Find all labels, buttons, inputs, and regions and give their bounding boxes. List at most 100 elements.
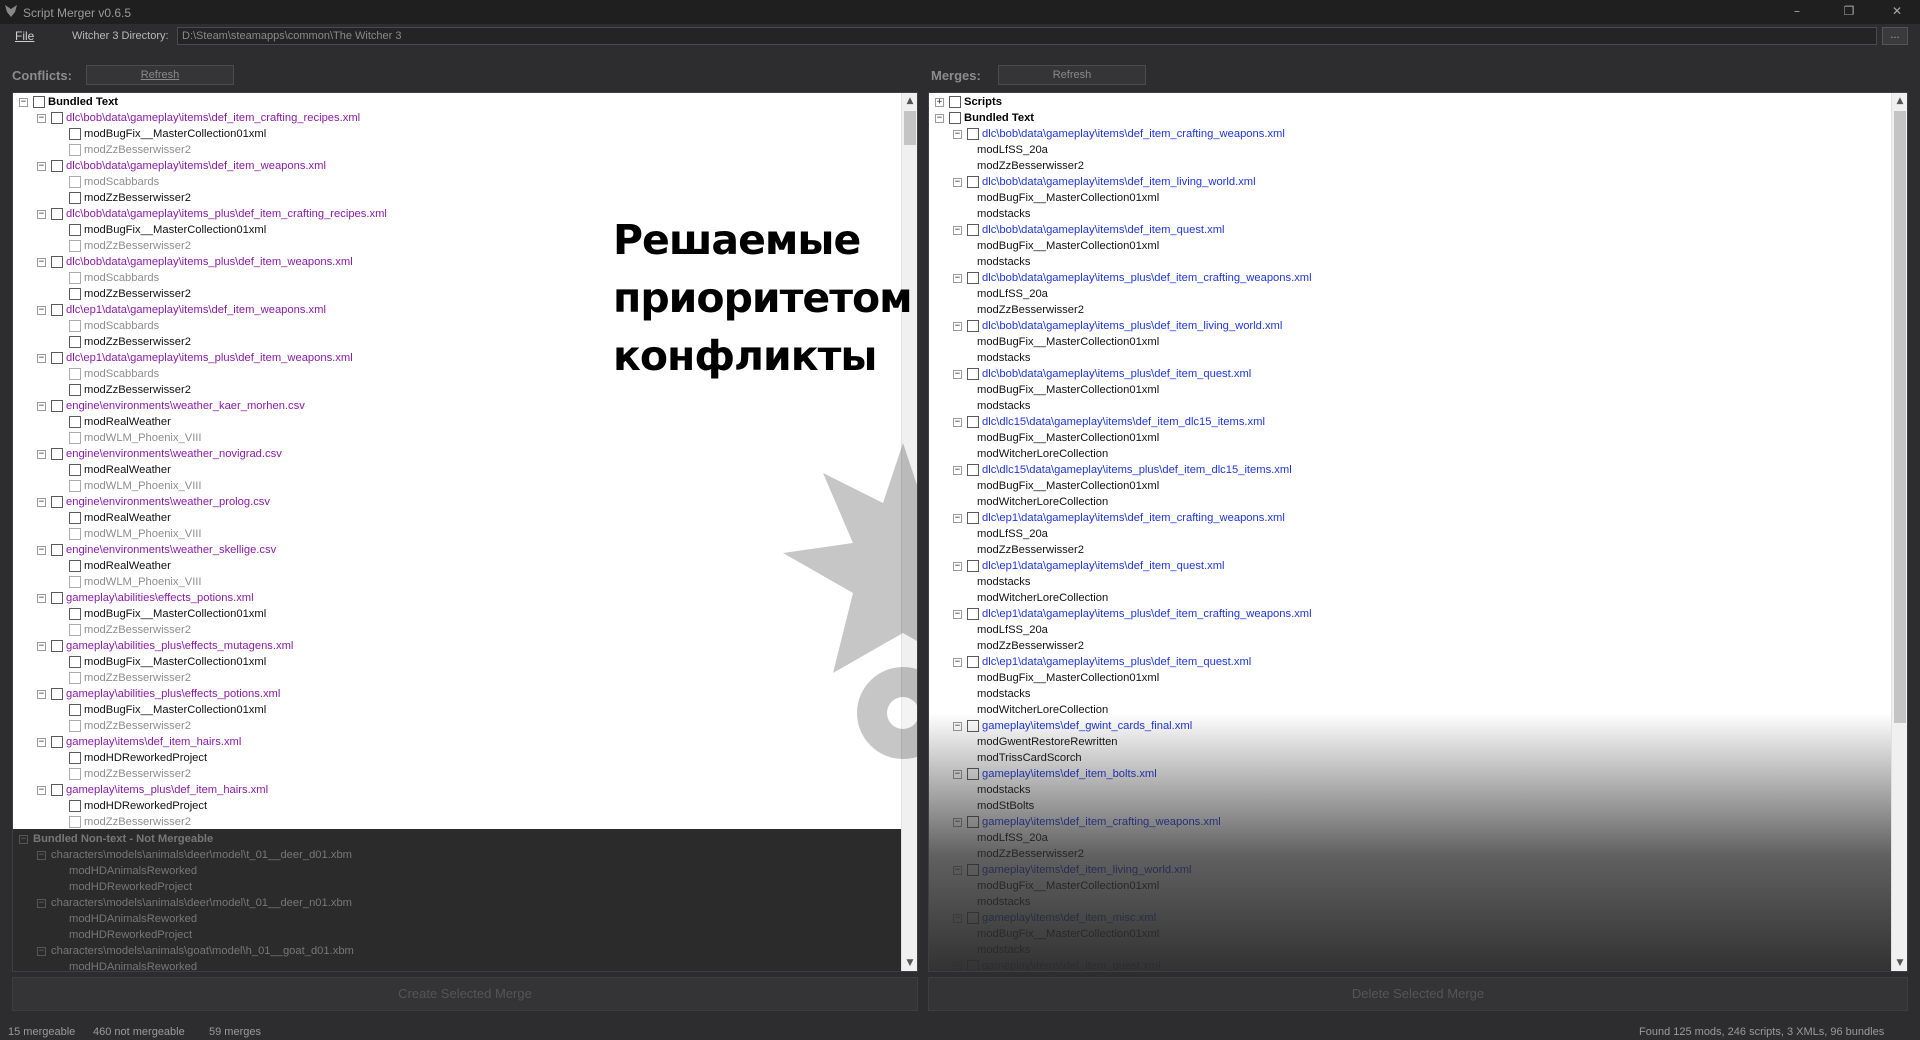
collapse-icon[interactable]: − [19, 98, 28, 107]
collapse-icon[interactable]: − [953, 226, 962, 235]
checkbox[interactable] [69, 720, 81, 732]
collapse-icon[interactable]: − [37, 594, 46, 603]
collapse-icon[interactable]: − [37, 851, 46, 860]
checkbox[interactable] [967, 224, 979, 236]
checkbox[interactable] [967, 560, 979, 572]
checkbox[interactable] [69, 384, 81, 396]
collapse-icon[interactable]: − [37, 738, 46, 747]
checkbox[interactable] [949, 112, 961, 124]
checkbox[interactable] [967, 656, 979, 668]
checkbox[interactable] [51, 688, 63, 700]
checkbox[interactable] [967, 608, 979, 620]
collapse-icon[interactable]: − [37, 786, 46, 795]
checkbox[interactable] [51, 496, 63, 508]
checkbox[interactable] [69, 224, 81, 236]
collapse-icon[interactable]: − [37, 210, 46, 219]
create-merge-button[interactable]: Create Selected Merge [12, 977, 918, 1011]
checkbox[interactable] [69, 320, 81, 332]
delete-merge-button[interactable]: Delete Selected Merge [928, 977, 1908, 1011]
scroll-thumb[interactable] [1894, 111, 1906, 723]
checkbox[interactable] [69, 272, 81, 284]
close-icon[interactable]: ✕ [1874, 0, 1920, 24]
checkbox[interactable] [69, 624, 81, 636]
conflicts-refresh-button[interactable]: Refresh [86, 65, 234, 85]
collapse-icon[interactable]: − [953, 274, 962, 283]
collapse-icon[interactable]: − [953, 370, 962, 379]
checkbox[interactable] [69, 128, 81, 140]
collapse-icon[interactable]: − [953, 178, 962, 187]
merges-refresh-button[interactable]: Refresh [998, 65, 1146, 85]
collapse-icon[interactable]: − [953, 130, 962, 139]
scroll-down-icon[interactable]: ▼ [1892, 955, 1907, 971]
merges-scrollbar[interactable]: ▲ ▼ [1891, 93, 1907, 971]
checkbox[interactable] [967, 272, 979, 284]
collapse-icon[interactable]: − [953, 562, 962, 571]
browse-button[interactable]: ... [1882, 27, 1908, 45]
collapse-icon[interactable]: − [953, 466, 962, 475]
checkbox[interactable] [51, 208, 63, 220]
checkbox[interactable] [69, 816, 81, 828]
checkbox[interactable] [967, 176, 979, 188]
collapse-icon[interactable]: − [37, 258, 46, 267]
collapse-icon[interactable]: − [935, 114, 944, 123]
checkbox[interactable] [69, 608, 81, 620]
checkbox[interactable] [51, 304, 63, 316]
checkbox[interactable] [69, 752, 81, 764]
checkbox[interactable] [69, 704, 81, 716]
checkbox[interactable] [69, 144, 81, 156]
collapse-icon[interactable]: − [37, 690, 46, 699]
checkbox[interactable] [69, 368, 81, 380]
minimize-icon[interactable]: – [1774, 0, 1820, 24]
collapse-icon[interactable]: − [37, 947, 46, 956]
checkbox[interactable] [51, 112, 63, 124]
checkbox[interactable] [69, 176, 81, 188]
scroll-up-icon[interactable]: ▲ [1892, 93, 1907, 109]
checkbox[interactable] [51, 352, 63, 364]
scroll-thumb[interactable] [904, 111, 916, 145]
collapse-icon[interactable]: − [953, 418, 962, 427]
collapse-icon[interactable]: − [953, 514, 962, 523]
checkbox[interactable] [51, 160, 63, 172]
checkbox[interactable] [51, 400, 63, 412]
checkbox[interactable] [69, 656, 81, 668]
collapse-icon[interactable]: − [37, 498, 46, 507]
collapse-icon[interactable]: − [953, 658, 962, 667]
directory-input[interactable]: D:\Steam\steamapps\common\The Witcher 3 [177, 27, 1877, 45]
checkbox[interactable] [51, 784, 63, 796]
checkbox[interactable] [69, 416, 81, 428]
collapse-icon[interactable]: − [37, 402, 46, 411]
scroll-up-icon[interactable]: ▲ [902, 93, 917, 109]
checkbox[interactable] [967, 512, 979, 524]
collapse-icon[interactable]: − [37, 899, 46, 908]
checkbox[interactable] [51, 736, 63, 748]
checkbox[interactable] [69, 480, 81, 492]
menu-file[interactable]: File [15, 29, 34, 43]
collapse-icon[interactable]: − [37, 162, 46, 171]
collapse-icon[interactable]: − [953, 322, 962, 331]
checkbox[interactable] [51, 544, 63, 556]
checkbox[interactable] [967, 320, 979, 332]
checkbox[interactable] [69, 768, 81, 780]
checkbox[interactable] [967, 128, 979, 140]
collapse-icon[interactable]: − [37, 354, 46, 363]
checkbox[interactable] [967, 368, 979, 380]
checkbox[interactable] [69, 240, 81, 252]
checkbox[interactable] [69, 512, 81, 524]
checkbox[interactable] [51, 448, 63, 460]
collapse-icon[interactable]: − [19, 835, 28, 844]
checkbox[interactable] [51, 640, 63, 652]
checkbox[interactable] [967, 416, 979, 428]
collapse-icon[interactable]: − [37, 546, 46, 555]
collapse-icon[interactable]: − [37, 642, 46, 651]
checkbox[interactable] [69, 672, 81, 684]
maximize-icon[interactable]: ❐ [1826, 0, 1872, 24]
checkbox[interactable] [69, 560, 81, 572]
checkbox[interactable] [949, 96, 961, 108]
collapse-icon[interactable]: − [37, 450, 46, 459]
checkbox[interactable] [33, 96, 45, 108]
expand-icon[interactable]: + [935, 98, 944, 107]
checkbox[interactable] [69, 800, 81, 812]
checkbox[interactable] [69, 336, 81, 348]
checkbox[interactable] [51, 592, 63, 604]
checkbox[interactable] [69, 432, 81, 444]
